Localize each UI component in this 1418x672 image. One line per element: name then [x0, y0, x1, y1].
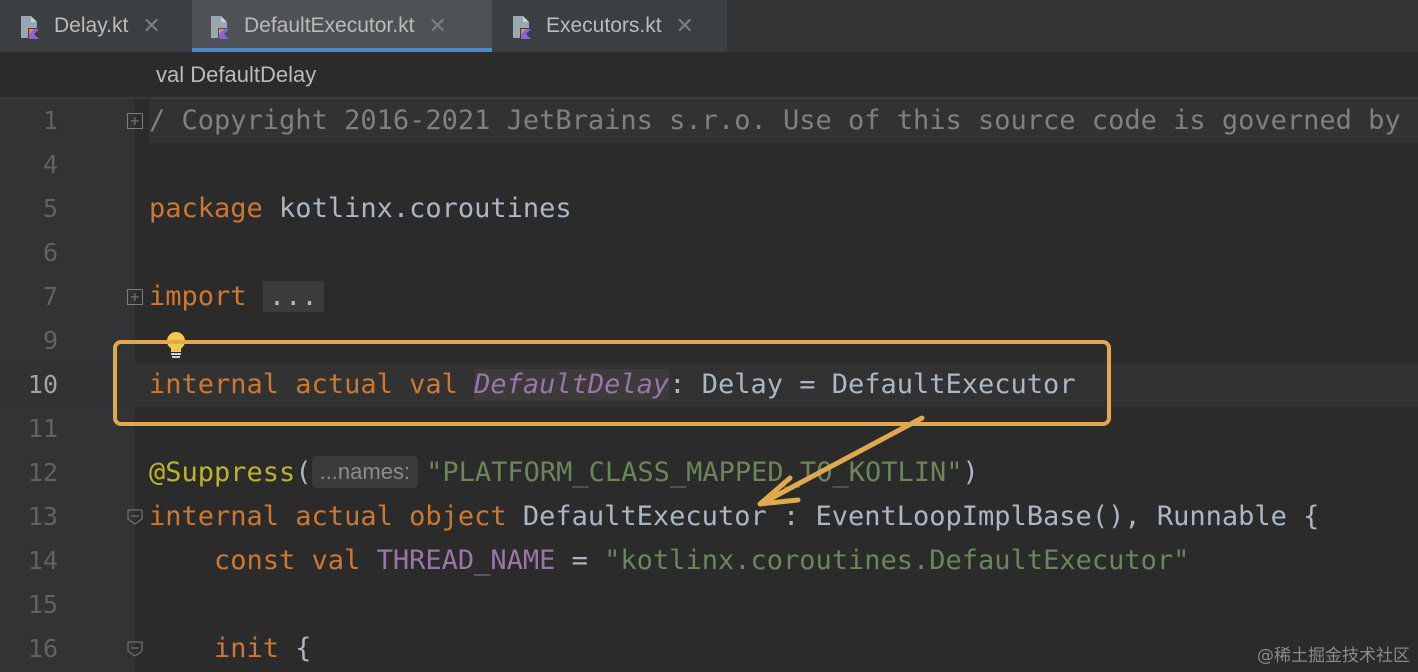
watermark: @稀土掘金技术社区: [1257, 646, 1410, 666]
annotation-arrow: [757, 415, 925, 507]
